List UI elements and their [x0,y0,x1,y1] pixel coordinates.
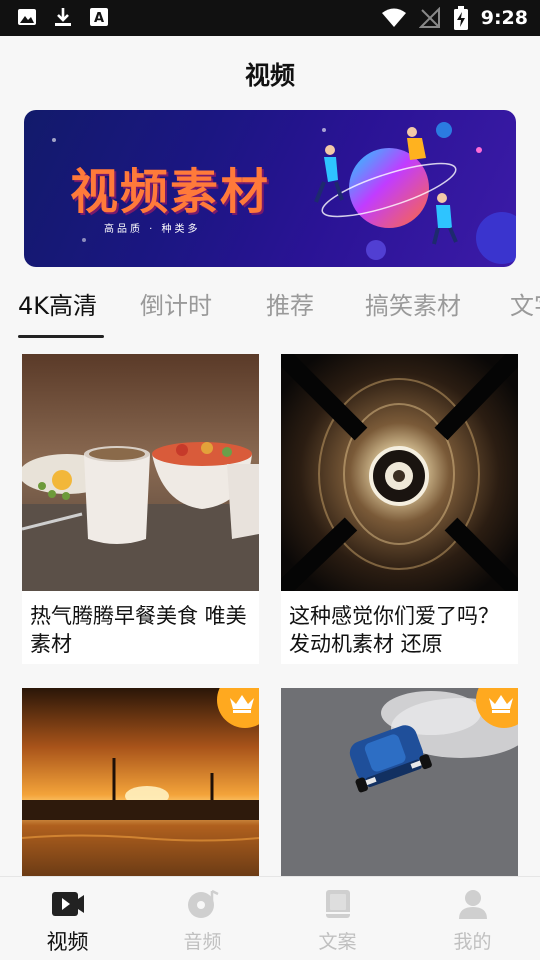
wifi-icon [381,8,406,27]
tab-indicator [18,335,104,338]
app-bar: 视频 [0,36,540,110]
category-tabs: 4K高清 倒计时 推荐 搞笑素材 文字 [0,270,540,340]
nav-video[interactable]: 视频 [0,877,135,960]
book-icon [325,890,350,918]
tab-text[interactable]: 文字 [510,286,540,321]
tab-4k[interactable]: 4K高清 [18,286,97,321]
person-icon [458,890,487,919]
nav-profile[interactable]: 我的 [405,877,540,960]
bottom-navigation: 视频 音频 文案 我的 [0,876,540,960]
music-disc-icon [187,889,219,918]
nav-label: 视频 [46,930,89,954]
svg-text:A: A [94,11,104,26]
page-title: 视频 [244,61,295,90]
battery-charging-icon [453,6,468,30]
no-signal-icon [418,7,440,28]
font-icon: A [90,8,108,26]
video-thumbnail-breakfast [22,354,259,591]
video-icon [51,892,84,916]
video-card[interactable] [22,688,259,876]
video-card[interactable] [281,688,518,876]
status-bar: A 9:28 [0,0,540,36]
crown-icon [489,695,513,713]
video-caption: 这种感觉你们爱了吗？发动机素材 还原 [289,604,499,656]
crown-icon [230,695,254,713]
nav-copywriting[interactable]: 文案 [270,877,405,960]
tab-funny[interactable]: 搞笑素材 [365,286,461,321]
tab-countdown[interactable]: 倒计时 [140,286,212,321]
video-card[interactable]: 这种感觉你们爱了吗？发动机素材 还原 [281,354,518,664]
image-icon [18,9,36,25]
nav-label: 音频 [183,931,222,953]
banner-subtitle: 高品质 · 种类多 [104,224,201,235]
nav-label: 文案 [318,931,357,953]
banner-title: 视频素材 [70,164,271,220]
tab-recommended[interactable]: 推荐 [266,286,314,321]
video-card[interactable]: 热气腾腾早餐美食 唯美素材 [22,354,259,664]
nav-label: 我的 [453,931,492,953]
download-icon [55,8,71,26]
video-thumbnail-engine [281,354,518,591]
status-time: 9:28 [480,7,528,29]
video-caption: 热气腾腾早餐美食 唯美素材 [30,604,247,656]
promo-banner[interactable]: 视频素材 高品质 · 种类多 [24,110,516,267]
nav-audio[interactable]: 音频 [135,877,270,960]
